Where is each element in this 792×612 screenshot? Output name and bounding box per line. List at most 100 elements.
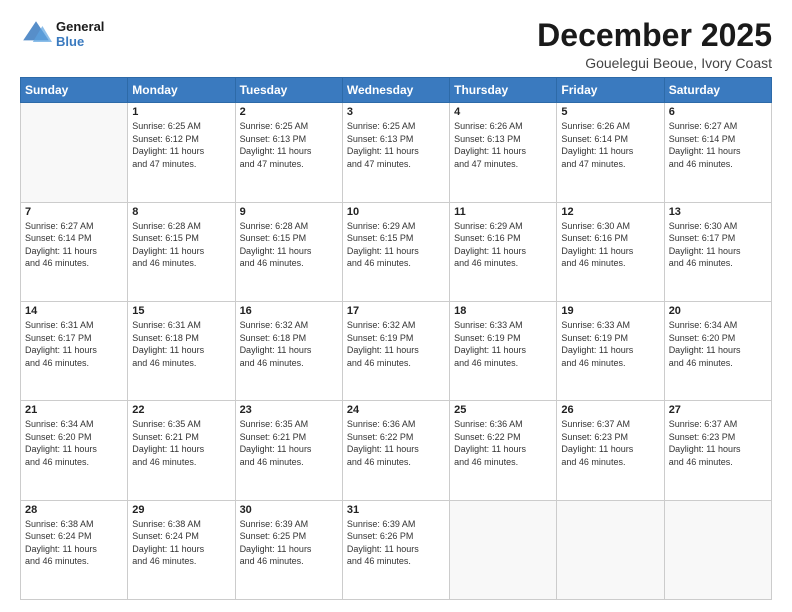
calendar-cell: 17Sunrise: 6:32 AM Sunset: 6:19 PM Dayli… [342,301,449,400]
day-number: 2 [240,106,338,118]
calendar-cell: 27Sunrise: 6:37 AM Sunset: 6:23 PM Dayli… [664,401,771,500]
day-number: 7 [25,206,123,218]
day-number: 22 [132,404,230,416]
day-info: Sunrise: 6:33 AM Sunset: 6:19 PM Dayligh… [561,319,659,369]
calendar-cell: 12 Sunrise: 6:30 AM Sunset: 6:16 PM Dayli… [557,202,664,301]
calendar-cell: 20 Sunrise: 6:34 AM Sunset: 6:20 PM Dayli… [664,301,771,400]
day-number: 6 [669,106,767,118]
col-monday: Monday [128,78,235,103]
day-number: 8 [132,206,230,218]
calendar-cell: 11Sunrise: 6:29 AM Sunset: 6:16 PM Dayli… [450,202,557,301]
day-number: 20 [669,305,767,317]
day-number: 28 [25,504,123,516]
day-number: 26 [561,404,659,416]
calendar-cell: 22 Sunrise: 6:35 AM Sunset: 6:21 PM Dayli… [128,401,235,500]
subtitle: Gouelegui Beoue, Ivory Coast [537,55,772,71]
col-sunday: Sunday [21,78,128,103]
calendar-cell: 23 Sunrise: 6:35 AM Sunset: 6:21 PM Dayli… [235,401,342,500]
col-friday: Friday [557,78,664,103]
logo-icon [20,18,52,50]
day-info: Sunrise: 6:28 AM Sunset: 6:15 PM Dayligh… [132,220,230,270]
day-number: 9 [240,206,338,218]
page: General Blue December 2025 Gouelegui Beo… [0,0,792,612]
day-number: 24 [347,404,445,416]
day-info: Sunrise: 6:35 AM Sunset: 6:21 PM Dayligh… [240,418,338,468]
day-info: Sunrise: 6:25 AM Sunset: 6:13 PM Dayligh… [240,120,338,170]
calendar-cell: 13 Sunrise: 6:30 AM Sunset: 6:17 PM Dayli… [664,202,771,301]
day-info: Sunrise: 6:29 AM Sunset: 6:15 PM Dayligh… [347,220,445,270]
calendar-cell [21,103,128,202]
week-row-3: 14 Sunrise: 6:31 AM Sunset: 6:17 PM Dayli… [21,301,772,400]
day-info: Sunrise: 6:25 AM Sunset: 6:12 PM Dayligh… [132,120,230,170]
day-info: Sunrise: 6:39 AM Sunset: 6:26 PM Dayligh… [347,518,445,568]
day-number: 31 [347,504,445,516]
day-info: Sunrise: 6:36 AM Sunset: 6:22 PM Dayligh… [454,418,552,468]
day-info: Sunrise: 6:29 AM Sunset: 6:16 PM Dayligh… [454,220,552,270]
day-info: Sunrise: 6:39 AM Sunset: 6:25 PM Dayligh… [240,518,338,568]
calendar-cell: 19 Sunrise: 6:33 AM Sunset: 6:19 PM Dayli… [557,301,664,400]
calendar-cell: 9 Sunrise: 6:28 AM Sunset: 6:15 PM Daylig… [235,202,342,301]
calendar-cell: 10 Sunrise: 6:29 AM Sunset: 6:15 PM Dayli… [342,202,449,301]
week-row-5: 28 Sunrise: 6:38 AM Sunset: 6:24 PM Dayli… [21,500,772,599]
calendar-cell: 4 Sunrise: 6:26 AM Sunset: 6:13 PM Daylig… [450,103,557,202]
day-number: 13 [669,206,767,218]
calendar-cell: 1 Sunrise: 6:25 AM Sunset: 6:12 PM Daylig… [128,103,235,202]
calendar-header-row: Sunday Monday Tuesday Wednesday Thursday… [21,78,772,103]
calendar-cell: 16 Sunrise: 6:32 AM Sunset: 6:18 PM Dayli… [235,301,342,400]
day-number: 14 [25,305,123,317]
day-number: 4 [454,106,552,118]
day-info: Sunrise: 6:27 AM Sunset: 6:14 PM Dayligh… [669,120,767,170]
col-thursday: Thursday [450,78,557,103]
calendar-cell: 7 Sunrise: 6:27 AM Sunset: 6:14 PM Daylig… [21,202,128,301]
day-number: 5 [561,106,659,118]
calendar-cell: 14 Sunrise: 6:31 AM Sunset: 6:17 PM Dayli… [21,301,128,400]
week-row-1: 1 Sunrise: 6:25 AM Sunset: 6:12 PM Daylig… [21,103,772,202]
day-number: 25 [454,404,552,416]
calendar-cell: 24 Sunrise: 6:36 AM Sunset: 6:22 PM Dayli… [342,401,449,500]
calendar-cell: 26 Sunrise: 6:37 AM Sunset: 6:23 PM Dayli… [557,401,664,500]
calendar-cell: 5 Sunrise: 6:26 AM Sunset: 6:14 PM Daylig… [557,103,664,202]
day-number: 19 [561,305,659,317]
day-info: Sunrise: 6:37 AM Sunset: 6:23 PM Dayligh… [669,418,767,468]
day-info: Sunrise: 6:26 AM Sunset: 6:13 PM Dayligh… [454,120,552,170]
day-number: 21 [25,404,123,416]
day-info: Sunrise: 6:38 AM Sunset: 6:24 PM Dayligh… [25,518,123,568]
day-info: Sunrise: 6:28 AM Sunset: 6:15 PM Dayligh… [240,220,338,270]
day-number: 1 [132,106,230,118]
day-number: 16 [240,305,338,317]
calendar-cell: 15 Sunrise: 6:31 AM Sunset: 6:18 PM Dayli… [128,301,235,400]
logo-text: General Blue [56,19,104,49]
day-info: Sunrise: 6:25 AM Sunset: 6:13 PM Dayligh… [347,120,445,170]
col-tuesday: Tuesday [235,78,342,103]
col-saturday: Saturday [664,78,771,103]
day-info: Sunrise: 6:32 AM Sunset: 6:19 PM Dayligh… [347,319,445,369]
day-info: Sunrise: 6:35 AM Sunset: 6:21 PM Dayligh… [132,418,230,468]
week-row-4: 21Sunrise: 6:34 AM Sunset: 6:20 PM Dayli… [21,401,772,500]
week-row-2: 7 Sunrise: 6:27 AM Sunset: 6:14 PM Daylig… [21,202,772,301]
calendar-cell: 21Sunrise: 6:34 AM Sunset: 6:20 PM Dayli… [21,401,128,500]
day-number: 3 [347,106,445,118]
calendar-cell: 30Sunrise: 6:39 AM Sunset: 6:25 PM Dayli… [235,500,342,599]
day-info: Sunrise: 6:34 AM Sunset: 6:20 PM Dayligh… [669,319,767,369]
calendar-cell: 18Sunrise: 6:33 AM Sunset: 6:19 PM Dayli… [450,301,557,400]
day-number: 10 [347,206,445,218]
calendar-cell: 31 Sunrise: 6:39 AM Sunset: 6:26 PM Dayli… [342,500,449,599]
day-info: Sunrise: 6:31 AM Sunset: 6:18 PM Dayligh… [132,319,230,369]
day-number: 23 [240,404,338,416]
day-info: Sunrise: 6:32 AM Sunset: 6:18 PM Dayligh… [240,319,338,369]
day-info: Sunrise: 6:27 AM Sunset: 6:14 PM Dayligh… [25,220,123,270]
title-block: December 2025 Gouelegui Beoue, Ivory Coa… [537,18,772,71]
header: General Blue December 2025 Gouelegui Beo… [20,18,772,71]
day-info: Sunrise: 6:31 AM Sunset: 6:17 PM Dayligh… [25,319,123,369]
day-info: Sunrise: 6:38 AM Sunset: 6:24 PM Dayligh… [132,518,230,568]
calendar-cell: 2 Sunrise: 6:25 AM Sunset: 6:13 PM Daylig… [235,103,342,202]
calendar-cell [450,500,557,599]
day-info: Sunrise: 6:26 AM Sunset: 6:14 PM Dayligh… [561,120,659,170]
day-number: 15 [132,305,230,317]
day-info: Sunrise: 6:30 AM Sunset: 6:16 PM Dayligh… [561,220,659,270]
day-info: Sunrise: 6:36 AM Sunset: 6:22 PM Dayligh… [347,418,445,468]
day-info: Sunrise: 6:37 AM Sunset: 6:23 PM Dayligh… [561,418,659,468]
calendar-table: Sunday Monday Tuesday Wednesday Thursday… [20,77,772,600]
day-info: Sunrise: 6:30 AM Sunset: 6:17 PM Dayligh… [669,220,767,270]
day-number: 12 [561,206,659,218]
